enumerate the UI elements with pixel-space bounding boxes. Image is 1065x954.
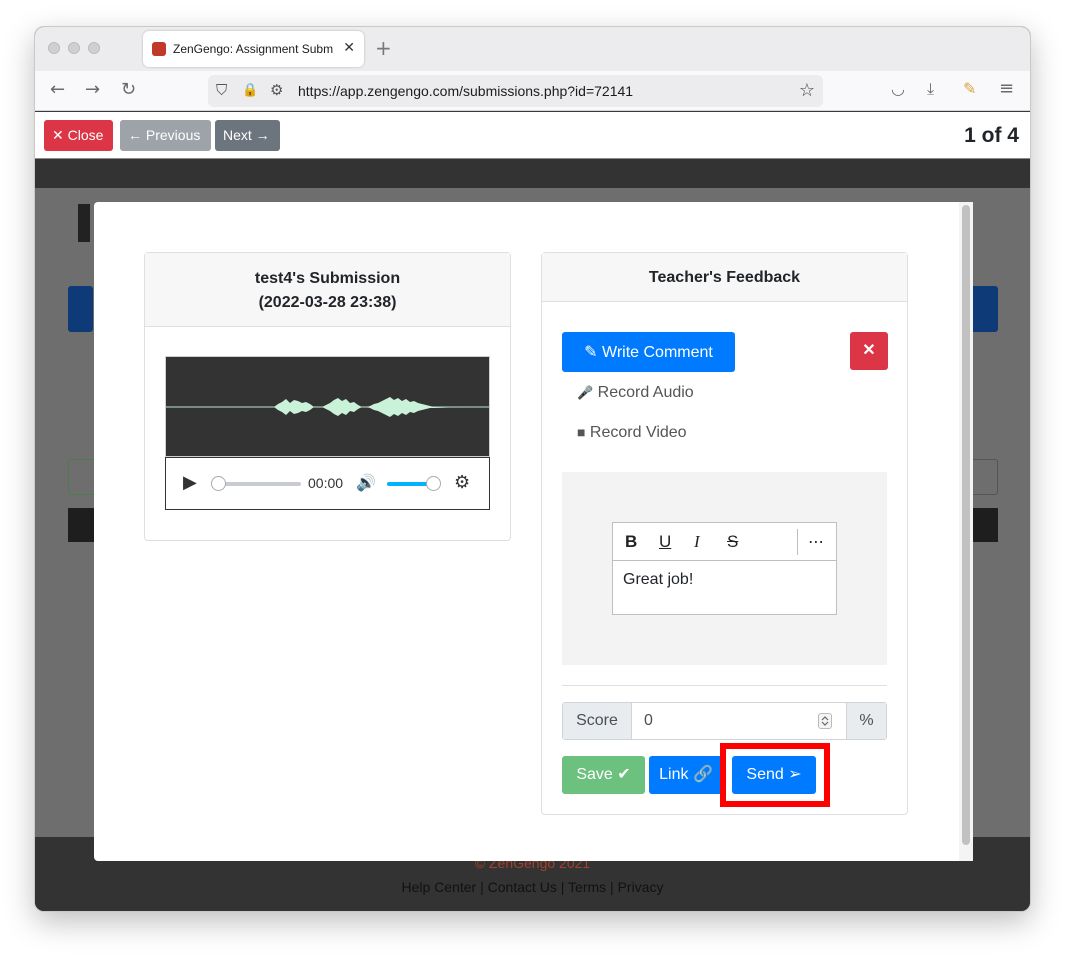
comment-editor-area: B U I S ⋯ Great job! <box>562 472 887 665</box>
tab-close-icon[interactable]: ✕ <box>343 39 355 56</box>
microphone-icon: 🎤 <box>577 385 594 400</box>
window-close-control[interactable] <box>48 42 60 54</box>
link-button[interactable]: Link 🔗 <box>649 756 723 794</box>
permissions-icon[interactable]: ⚙ <box>270 81 283 99</box>
editor-content[interactable]: Great job! <box>623 571 693 589</box>
edit-icon: ✎ <box>584 342 598 361</box>
settings-icon[interactable]: ⚙ <box>454 472 470 493</box>
background-block <box>78 204 90 242</box>
bold-icon[interactable]: B <box>625 532 637 552</box>
submission-toolbar: ✕ Close ← Previous Next → 1 of 4 <box>35 112 1030 159</box>
submission-card: test4's Submission (2022-03-28 23:38) ▶ … <box>144 252 511 541</box>
browser-window: ZenGengo: Assignment Submiss ✕ + ← → ↻ ⛉… <box>34 26 1031 912</box>
toolbar-divider <box>797 529 798 555</box>
shield-icon[interactable]: ⛉ <box>216 81 227 99</box>
rich-text-editor: B U I S ⋯ Great job! <box>612 522 837 615</box>
window-minimize-control[interactable] <box>68 42 80 54</box>
forward-icon[interactable]: → <box>85 79 100 100</box>
send-button-highlight <box>720 743 830 807</box>
back-icon[interactable]: ← <box>50 79 65 100</box>
modal-scrollbar[interactable] <box>959 202 973 861</box>
volume-handle[interactable] <box>426 476 441 491</box>
score-label: Score <box>563 703 632 739</box>
submission-date: (2022-03-28 23:38) <box>258 294 397 311</box>
new-tab-icon[interactable]: + <box>375 36 392 60</box>
record-audio-link[interactable]: 🎤 Record Audio <box>577 384 694 402</box>
download-icon[interactable]: ⤓ <box>927 79 934 99</box>
progress-handle[interactable] <box>211 476 226 491</box>
address-bar[interactable]: ⛉ 🔒 ⚙ https://app.zengengo.com/submissio… <box>208 75 823 107</box>
lock-icon[interactable]: 🔒 <box>242 83 258 98</box>
pocket-icon[interactable]: ◡ <box>891 79 905 98</box>
browser-tab[interactable]: ZenGengo: Assignment Submiss ✕ <box>143 31 364 67</box>
extension-icon[interactable]: ✎ <box>963 79 976 98</box>
url-text[interactable]: https://app.zengengo.com/submissions.php… <box>298 83 633 99</box>
player-time: 00:00 <box>308 475 344 491</box>
menu-icon[interactable]: ≡ <box>999 78 1014 99</box>
window-zoom-control[interactable] <box>88 42 100 54</box>
feedback-card: Teacher's Feedback ✎ Write Comment ✕ 🎤 R… <box>541 252 908 815</box>
bookmark-star-icon[interactable]: ☆ <box>799 80 815 101</box>
audio-player-controls: ▶ 00:00 🔊 ⚙ <box>165 457 490 510</box>
next-button[interactable]: Next → <box>215 120 280 151</box>
underline-icon[interactable]: U <box>659 532 671 552</box>
navigation-bar: ← → ↻ ⛉ 🔒 ⚙ https://app.zengengo.com/sub… <box>35 71 1030 111</box>
background-block <box>970 286 998 332</box>
remove-feedback-button[interactable]: ✕ <box>850 332 888 370</box>
more-options-icon[interactable]: ⋯ <box>808 532 824 551</box>
save-button[interactable]: Save ✔ <box>562 756 645 794</box>
score-input[interactable]: 0 <box>644 712 653 730</box>
record-audio-label: Record Audio <box>597 384 694 401</box>
close-icon: ✕ <box>862 342 876 359</box>
audio-waveform <box>165 356 490 457</box>
video-camera-icon: ■ <box>577 424 586 440</box>
stepper-arrows-icon <box>821 716 829 726</box>
submission-counter: 1 of 4 <box>964 124 1019 147</box>
divider <box>562 685 887 686</box>
footer-links[interactable]: Help Center | Contact Us | Terms | Priva… <box>35 879 1030 895</box>
editor-toolbar: B U I S ⋯ <box>613 523 836 561</box>
scrollbar-thumb[interactable] <box>962 205 970 845</box>
zengengo-favicon-icon <box>152 42 166 56</box>
write-comment-label: Write Comment <box>602 344 713 361</box>
progress-track[interactable] <box>217 482 301 486</box>
volume-icon[interactable]: 🔊 <box>356 473 376 492</box>
italic-icon[interactable]: I <box>694 532 700 552</box>
strikethrough-icon[interactable]: S <box>727 532 738 552</box>
waveform-graphic <box>166 397 489 417</box>
reload-icon[interactable]: ↻ <box>121 79 136 100</box>
score-unit: % <box>846 703 886 739</box>
background-header <box>35 159 1030 188</box>
close-button[interactable]: ✕ Close <box>44 120 113 151</box>
tab-title: ZenGengo: Assignment Submiss <box>173 42 333 56</box>
feedback-modal: test4's Submission (2022-03-28 23:38) ▶ … <box>94 202 973 861</box>
score-input-group: Score 0 % <box>562 702 887 740</box>
background-block <box>68 286 93 332</box>
submission-header: test4's Submission (2022-03-28 23:38) <box>145 253 510 327</box>
submission-title: test4's Submission <box>254 270 401 287</box>
record-video-link[interactable]: ■ Record Video <box>577 424 687 442</box>
feedback-header: Teacher's Feedback <box>542 253 907 302</box>
score-stepper[interactable] <box>818 713 832 729</box>
write-comment-button[interactable]: ✎ Write Comment <box>562 332 735 372</box>
play-icon[interactable]: ▶ <box>183 472 197 493</box>
record-video-label: Record Video <box>589 424 687 441</box>
tab-bar: ZenGengo: Assignment Submiss ✕ + <box>35 27 1030 71</box>
previous-button[interactable]: ← Previous <box>120 120 211 151</box>
